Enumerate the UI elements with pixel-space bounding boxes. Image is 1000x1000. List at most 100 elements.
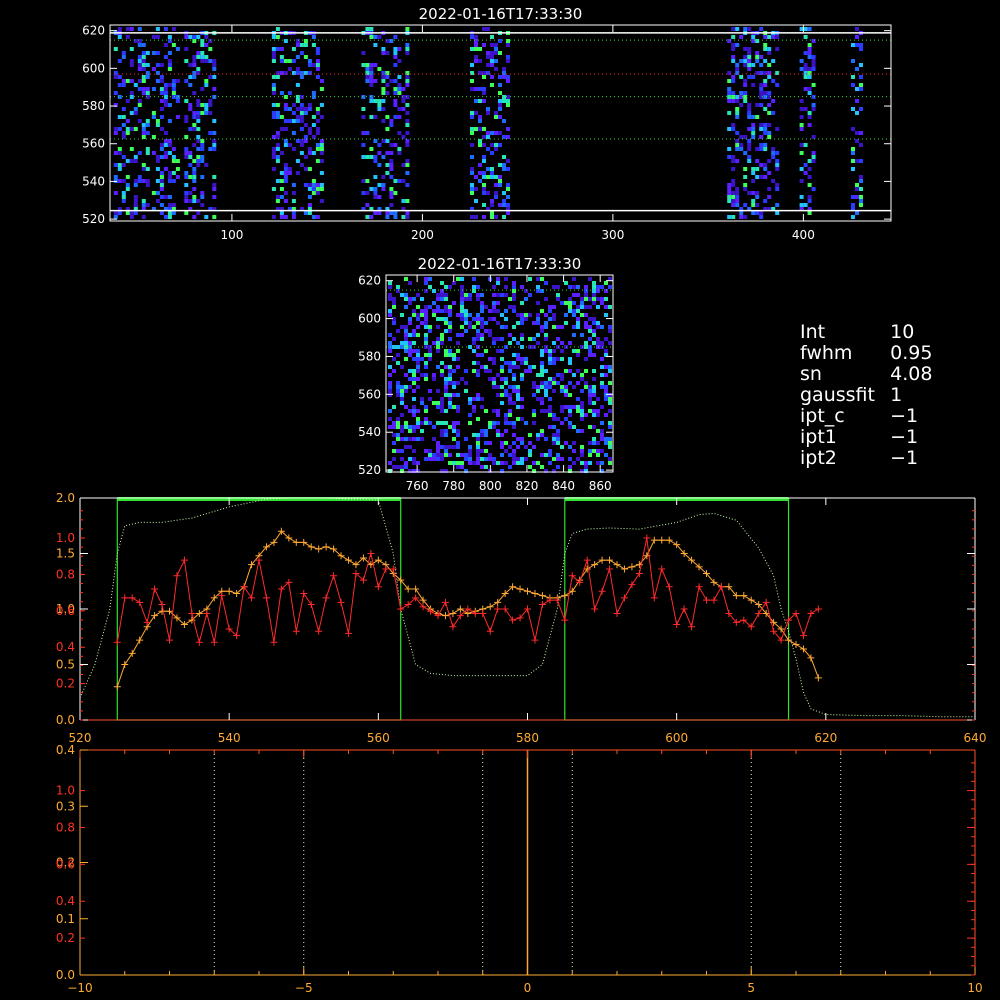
heatmap-pixel (196, 119, 201, 123)
heatmap-pixel (440, 457, 444, 461)
heatmap-pixel (175, 95, 180, 99)
heatmap-pixel (572, 373, 576, 377)
heatmap-pixel (192, 59, 197, 63)
heatmap-pixel (484, 369, 488, 373)
series-point-red (494, 605, 502, 613)
heatmap-pixel (145, 51, 150, 55)
heatmap-pixel (492, 357, 496, 361)
heatmap-pixel (287, 107, 292, 111)
heatmap-pixel (307, 131, 312, 135)
series-point-orange (151, 612, 159, 620)
heatmap-pixel (572, 349, 576, 353)
heatmap-pixel (544, 385, 548, 389)
heatmap-pixel (592, 437, 596, 441)
heatmap-pixel (192, 175, 197, 179)
heatmap-pixel (424, 377, 428, 381)
heatmap-pixel (452, 425, 456, 429)
heatmap-pixel (299, 75, 304, 79)
series-point-orange (792, 641, 800, 649)
x-tick-label: −10 (67, 981, 92, 995)
heatmap-pixel (735, 203, 740, 207)
heatmap-pixel (113, 163, 118, 167)
heatmap-pixel (440, 445, 444, 449)
heatmap-pixel (596, 289, 600, 293)
heatmap-pixel (412, 369, 416, 373)
series-point-orange (121, 661, 129, 668)
heatmap-pixel (484, 349, 488, 353)
heatmap-pixel (500, 369, 504, 373)
heatmap-pixel (540, 397, 544, 401)
heatmap-pixel (735, 187, 740, 191)
heatmap-pixel (506, 195, 510, 199)
secondary-y-tick-label: 0.4 (56, 640, 75, 654)
param-key: Int (800, 321, 826, 343)
heatmap-pixel (480, 365, 484, 369)
heatmap-pixel (275, 155, 280, 159)
heatmap-pixel (192, 91, 197, 95)
heatmap-pixel (506, 43, 510, 47)
heatmap-pixel (767, 35, 772, 39)
heatmap-pixel (604, 349, 608, 353)
x-tick-label: 600 (665, 731, 688, 745)
heatmap-pixel (528, 453, 532, 457)
heatmap-pixel (271, 51, 276, 55)
heatmap-pixel (486, 55, 490, 59)
heatmap-pixel (275, 71, 280, 75)
heatmap-pixel (506, 79, 510, 83)
heatmap-pixel (528, 369, 532, 373)
heatmap-pixel (492, 285, 496, 289)
heatmap-pixel (397, 87, 402, 91)
heatmap-pixel (568, 361, 572, 365)
series-point-red (397, 605, 405, 613)
heatmap-pixel (151, 135, 156, 139)
heatmap-pixel (468, 293, 472, 297)
heatmap-pixel (412, 381, 416, 385)
heatmap-pixel (196, 159, 201, 163)
heatmap-pixel (283, 139, 288, 143)
heatmap-pixel (512, 449, 516, 453)
heatmap-pixel (572, 461, 576, 465)
series-point-orange (270, 538, 278, 546)
heatmap-pixel (755, 191, 760, 195)
series-point-red (367, 550, 375, 557)
heatmap-pixel (400, 397, 404, 401)
heatmap-pixel (476, 445, 480, 449)
heatmap-pixel (560, 445, 564, 449)
series-point-orange (292, 538, 300, 546)
heatmap-pixel (544, 437, 548, 441)
heatmap-pixel (482, 43, 486, 47)
heatmap-pixel (361, 143, 366, 147)
heatmap-pixel (474, 43, 478, 47)
heatmap-pixel (420, 401, 424, 405)
heatmap-pixel (121, 191, 126, 195)
heatmap-pixel (141, 59, 146, 63)
heatmap-pixel (405, 143, 410, 147)
heatmap-pixel (512, 377, 516, 381)
heatmap-pixel (117, 179, 122, 183)
heatmap-pixel (516, 393, 520, 397)
heatmap-pixel (196, 99, 201, 103)
x-tick-label: 400 (792, 228, 815, 242)
heatmap-pixel (544, 337, 548, 341)
y-tick-label: 620 (358, 274, 381, 288)
heatmap-pixel (608, 329, 612, 333)
heatmap-pixel (811, 63, 816, 67)
heatmap-pixel (755, 103, 760, 107)
heatmap-pixel (212, 119, 217, 123)
heatmap-pixel (506, 99, 510, 103)
heatmap-pixel (498, 75, 502, 79)
heatmap-pixel (544, 409, 548, 413)
heatmap-pixel (416, 357, 420, 361)
heatmap-pixel (596, 409, 600, 413)
param-row: ipt2 −1 (800, 448, 990, 469)
heatmap-pixel (167, 179, 172, 183)
heatmap-pixel (299, 163, 304, 167)
heatmap-pixel (416, 377, 420, 381)
heatmap-pixel (400, 313, 404, 317)
heatmap-pixel (759, 135, 764, 139)
heatmap-pixel (424, 417, 428, 421)
heatmap-pixel (404, 337, 408, 341)
heatmap-pixel (444, 309, 448, 313)
heatmap-pixel (470, 35, 474, 39)
heatmap-pixel (604, 397, 608, 401)
